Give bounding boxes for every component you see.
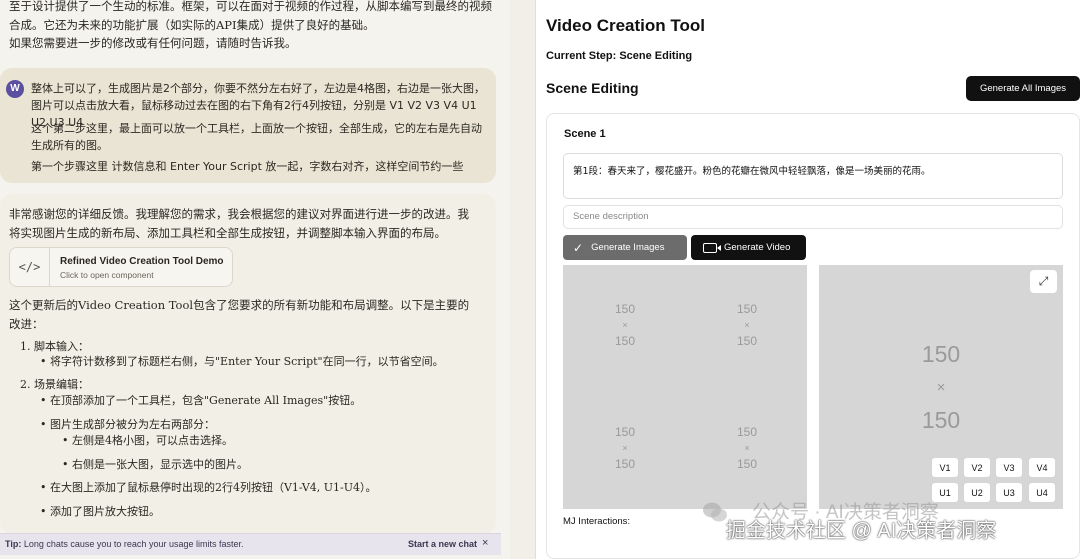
user-message-line: 这个第二步这里，最上面可以放一个工具栏，上面放一个按钮，全部生成，它的左右是先自… xyxy=(31,122,482,152)
generate-video-button[interactable]: Generate Video xyxy=(691,235,806,260)
start-new-chat-link[interactable]: Start a new chat xyxy=(408,539,477,549)
mj-button-u3[interactable]: U3 xyxy=(996,483,1022,502)
scene-description-input[interactable]: Scene description xyxy=(563,205,1063,229)
generate-images-label: Generate Images xyxy=(591,242,665,253)
image-grid xyxy=(563,265,807,509)
list-item: • 添加了图片放大按钮。 xyxy=(40,505,160,518)
scene-title: Scene 1 xyxy=(564,128,606,140)
generate-images-button[interactable]: ✓ Generate Images xyxy=(563,235,687,260)
mj-button-v1[interactable]: V1 xyxy=(932,458,958,477)
current-step-label: Current Step: Scene Editing xyxy=(546,50,693,62)
artifact-card[interactable]: </> Refined Video Creation Tool Demo Cli… xyxy=(9,247,233,287)
list-item: • 右侧是一张大图，显示选中的图片。 xyxy=(62,458,248,471)
list-item: • 左侧是4格小图，可以点击选择。 xyxy=(62,434,233,447)
list-item: 1. 脚本输入： xyxy=(20,340,89,353)
page-title: Video Creation Tool xyxy=(546,16,705,35)
list-item: • 在顶部添加了一个工具栏，包含"Generate All Images"按钮。 xyxy=(40,394,362,407)
thumbnail-1[interactable]: 150 × 150 xyxy=(603,301,647,349)
thumbnail-3[interactable]: 150 × 150 xyxy=(603,424,647,472)
watermark-juejin: 掘金技术社区 @ AI决策者洞察 xyxy=(726,520,997,542)
selected-image-placeholder: 150 × 150 xyxy=(921,341,961,433)
scene-script-textarea[interactable]: 第1段：春天来了，樱花盛开。粉色的花瓣在微风中轻轻飘落，像是一场美丽的花雨。 xyxy=(563,153,1063,199)
assistant-paragraph: 至于设计提供了一个生动的标准。框架，可以在面对于视频的作过程，从脚本编写到最终的… xyxy=(9,0,492,32)
list-item: • 将字符计数移到了标题栏右侧，与"Enter Your Script"在同一行… xyxy=(40,355,444,368)
thumbnail-2[interactable]: 150 × 150 xyxy=(725,301,769,349)
usage-tip-bar: Tip: Long chats cause you to reach your … xyxy=(0,533,501,555)
list-item: • 图片生成部分被分为左右两部分： xyxy=(40,418,215,431)
mj-button-u2[interactable]: U2 xyxy=(964,483,990,502)
mj-interactions-label: MJ Interactions: xyxy=(563,516,631,527)
tip-label: Tip: xyxy=(5,539,22,549)
artifact-subtitle: Click to open component xyxy=(60,270,154,280)
user-avatar: W xyxy=(6,80,24,98)
assistant-paragraph: 如果您需要进一步的修改或有任何问题，请随时告诉我。 xyxy=(9,36,297,50)
mj-button-u4[interactable]: U4 xyxy=(1029,483,1055,502)
generate-all-images-button[interactable]: Generate All Images xyxy=(966,76,1080,101)
generate-video-label: Generate Video xyxy=(724,242,791,253)
mj-button-v3[interactable]: V3 xyxy=(996,458,1022,477)
chat-panel: 至于设计提供了一个生动的标准。框架，可以在面对于视频的作过程，从脚本编写到最终的… xyxy=(0,0,510,559)
user-message-line: 第一个步骤这里 计数信息和 Enter Your Script 放一起，字数右对… xyxy=(31,160,464,173)
close-icon[interactable]: × xyxy=(482,537,488,549)
artifact-title: Refined Video Creation Tool Demo xyxy=(60,256,224,267)
tip-text: Long chats cause you to reach your usage… xyxy=(23,539,244,549)
thumbnail-4[interactable]: 150 × 150 xyxy=(725,424,769,472)
mj-button-v4[interactable]: V4 xyxy=(1029,458,1055,477)
list-item: 2. 场景编辑： xyxy=(20,378,89,391)
mj-button-v2[interactable]: V2 xyxy=(964,458,990,477)
code-icon: </> xyxy=(10,248,50,286)
assistant-paragraph: 这个更新后的Video Creation Tool包含了您要求的所有新功能和布局… xyxy=(9,298,470,331)
expand-icon[interactable]: ⤢ xyxy=(1030,270,1057,293)
video-camera-icon xyxy=(703,242,717,253)
wechat-icon xyxy=(703,502,727,522)
section-title: Scene Editing xyxy=(546,80,639,96)
check-icon: ✓ xyxy=(573,240,584,255)
assistant-paragraph: 非常感谢您的详细反馈。我理解您的需求，我会根据您的建议对界面进行进一步的改进。我… xyxy=(9,207,469,240)
list-item: • 在大图上添加了鼠标悬停时出现的2行4列按钮（V1-V4, U1-U4）。 xyxy=(40,481,377,494)
